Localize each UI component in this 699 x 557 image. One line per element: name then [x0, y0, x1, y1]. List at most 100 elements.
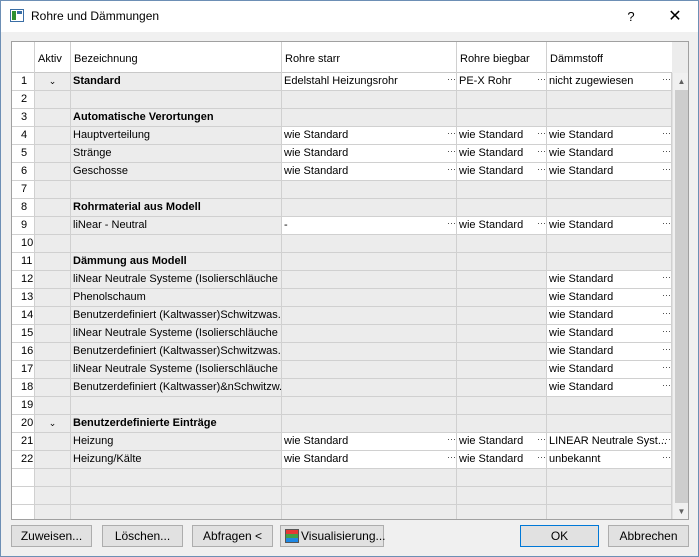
table-row[interactable]: 14 Benutzerdefiniert (Kaltwasser)Schwitzw… [12, 307, 672, 325]
row-bezeichnung[interactable]: Geschosse [71, 163, 282, 181]
row-bezeichnung[interactable] [71, 181, 282, 199]
close-icon[interactable]: ✕ [653, 5, 697, 29]
ellipsis-icon[interactable]: ··· [447, 217, 456, 234]
ellipsis-icon[interactable]: ··· [447, 163, 456, 180]
ellipsis-icon[interactable]: ··· [447, 451, 456, 468]
ellipsis-icon[interactable]: ··· [537, 145, 546, 162]
row-rohre-starr[interactable]: wie Standard ··· [282, 127, 457, 145]
help-button[interactable]: ? [611, 5, 651, 29]
row-daemmstoff[interactable]: wie Standard ··· [547, 307, 672, 325]
table-row[interactable]: 16 Benutzerdefiniert (Kaltwasser)Schwitzw… [12, 343, 672, 361]
table-row[interactable]: 4 Hauptverteilung wie Standard ··· wie Stand… [12, 127, 672, 145]
row-bezeichnung[interactable]: Stränge [71, 145, 282, 163]
scroll-down-icon[interactable]: ▼ [673, 503, 688, 519]
scroll-up-icon[interactable]: ▲ [673, 73, 688, 90]
row-daemmstoff[interactable]: wie Standard ··· [547, 379, 672, 397]
ellipsis-icon[interactable]: ··· [662, 271, 671, 288]
ellipsis-icon[interactable]: ··· [662, 217, 671, 234]
ellipsis-icon[interactable]: ··· [662, 307, 671, 324]
ellipsis-icon[interactable]: ··· [447, 145, 456, 162]
row-rohre-biegbar[interactable]: wie Standard ··· [457, 451, 547, 469]
row-bezeichnung[interactable]: liNear Neutrale Systeme (Isolierschläuch… [71, 325, 282, 343]
row-daemmstoff[interactable]: wie Standard ··· [547, 271, 672, 289]
row-bezeichnung[interactable]: Dämmung aus Modell [71, 253, 282, 271]
table-row[interactable]: 1 ⌄ Standard Edelstahl Heizungsrohr ··· PE-X … [12, 73, 672, 91]
zuweisen-button[interactable]: Zuweisen... [11, 525, 92, 547]
table-row[interactable]: 19 [12, 397, 672, 415]
row-bezeichnung[interactable]: Phenolschaum [71, 289, 282, 307]
row-bezeichnung[interactable]: Standard [71, 73, 282, 91]
table-row[interactable]: 6 Geschosse wie Standard ··· wie Standard ···… [12, 163, 672, 181]
row-daemmstoff[interactable]: wie Standard ··· [547, 325, 672, 343]
ellipsis-icon[interactable]: ··· [662, 289, 671, 306]
table-row[interactable]: 12 liNear Neutrale Systeme (Isolierschläu… [12, 271, 672, 289]
table-row[interactable]: 11 Dämmung aus Modell [12, 253, 672, 271]
abfragen-button[interactable]: Abfragen < [192, 525, 273, 547]
table-row[interactable]: 3 Automatische Verortungen [12, 109, 672, 127]
ellipsis-icon[interactable]: ··· [662, 73, 671, 90]
table-row[interactable]: 21 Heizung wie Standard ··· wie Standard ··· L… [12, 433, 672, 451]
row-bezeichnung[interactable]: Heizung [71, 433, 282, 451]
ellipsis-icon[interactable]: ··· [537, 217, 546, 234]
row-daemmstoff[interactable]: wie Standard ··· [547, 289, 672, 307]
loeschen-button[interactable]: Löschen... [102, 525, 183, 547]
table-row[interactable]: 13 Phenolschaum wie Standard ··· [12, 289, 672, 307]
row-bezeichnung[interactable] [71, 235, 282, 253]
table-row[interactable]: 18 Benutzerdefiniert (Kaltwasser)&nSchwit… [12, 379, 672, 397]
ellipsis-icon[interactable]: ··· [447, 127, 456, 144]
table-row[interactable]: 8 Rohrmaterial aus Modell [12, 199, 672, 217]
visualisierung-button[interactable]: Visualisierung... [280, 525, 386, 547]
ok-button[interactable]: OK [520, 525, 599, 547]
ellipsis-icon[interactable]: ··· [447, 433, 456, 450]
ellipsis-icon[interactable]: ··· [662, 325, 671, 342]
row-rohre-starr[interactable]: wie Standard ··· [282, 451, 457, 469]
ellipsis-icon[interactable]: ··· [537, 163, 546, 180]
row-bezeichnung[interactable] [71, 397, 282, 415]
row-daemmstoff[interactable]: wie Standard ··· [547, 145, 672, 163]
row-bezeichnung[interactable]: Rohrmaterial aus Modell [71, 199, 282, 217]
header-bezeichnung[interactable]: Bezeichnung [71, 42, 282, 73]
row-daemmstoff[interactable]: wie Standard ··· [547, 217, 672, 235]
row-rohre-starr[interactable]: Edelstahl Heizungsrohr ··· [282, 73, 457, 91]
table-row[interactable]: 17 liNear Neutrale Systeme (Isolierschläu… [12, 361, 672, 379]
row-rohre-biegbar[interactable]: wie Standard ··· [457, 163, 547, 181]
row-rohre-biegbar[interactable]: PE-X Rohr ··· [457, 73, 547, 91]
ellipsis-icon[interactable]: ··· [662, 163, 671, 180]
row-bezeichnung[interactable] [71, 91, 282, 109]
row-aktiv-chevron[interactable]: ⌄ [35, 73, 71, 91]
row-rohre-starr[interactable]: wie Standard ··· [282, 145, 457, 163]
ellipsis-icon[interactable]: ··· [662, 343, 671, 360]
vertical-scrollbar[interactable]: ▲ ▼ [672, 73, 688, 519]
row-bezeichnung[interactable]: Hauptverteilung [71, 127, 282, 145]
row-aktiv-chevron[interactable]: ⌄ [35, 415, 71, 433]
row-rohre-biegbar[interactable]: wie Standard ··· [457, 145, 547, 163]
scroll-thumb[interactable] [675, 90, 688, 503]
row-daemmstoff[interactable]: wie Standard ··· [547, 343, 672, 361]
ellipsis-icon[interactable]: ··· [447, 73, 456, 90]
row-rohre-starr[interactable]: - ··· [282, 217, 457, 235]
header-aktiv[interactable]: Aktiv [35, 42, 71, 73]
ellipsis-icon[interactable]: ··· [662, 145, 671, 162]
table-row[interactable]: 2 [12, 91, 672, 109]
row-bezeichnung[interactable]: Heizung/Kälte [71, 451, 282, 469]
table-row[interactable]: 22 Heizung/Kälte wie Standard ··· wie Standa… [12, 451, 672, 469]
ellipsis-icon[interactable]: ··· [537, 73, 546, 90]
row-bezeichnung[interactable]: liNear Neutrale Systeme (Isolierschläuch… [71, 361, 282, 379]
row-bezeichnung[interactable]: Benutzerdefiniert (Kaltwasser)&nSchwitzw… [71, 379, 282, 397]
row-daemmstoff[interactable]: LINEAR Neutrale Syst... ··· [547, 433, 672, 451]
header-daemmstoff[interactable]: Dämmstoff [547, 42, 672, 73]
row-rohre-biegbar[interactable]: wie Standard ··· [457, 433, 547, 451]
ellipsis-icon[interactable]: ··· [662, 127, 671, 144]
ellipsis-icon[interactable]: ··· [537, 127, 546, 144]
row-rohre-starr[interactable]: wie Standard ··· [282, 163, 457, 181]
table-row[interactable]: 9 liNear - Neutral - ··· wie Standard ··· wie … [12, 217, 672, 235]
abbrechen-button[interactable]: Abbrechen [608, 525, 689, 547]
row-daemmstoff[interactable]: wie Standard ··· [547, 361, 672, 379]
row-rohre-biegbar[interactable]: wie Standard ··· [457, 217, 547, 235]
row-bezeichnung[interactable]: Benutzerdefiniert (Kaltwasser)Schwitzwas… [71, 343, 282, 361]
ellipsis-icon[interactable]: ··· [662, 451, 671, 468]
row-bezeichnung[interactable]: Benutzerdefinierte Einträge [71, 415, 282, 433]
row-bezeichnung[interactable]: Automatische Verortungen [71, 109, 282, 127]
ellipsis-icon[interactable]: ··· [537, 433, 546, 450]
row-daemmstoff[interactable]: nicht zugewiesen ··· [547, 73, 672, 91]
